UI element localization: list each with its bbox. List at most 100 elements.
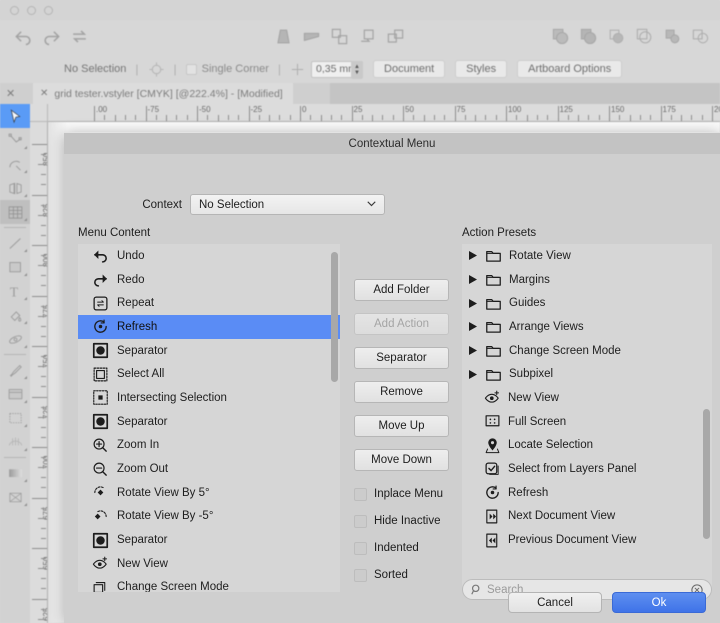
horizontal-ruler[interactable]: .00-75-50-250255075100125150175200225 bbox=[48, 104, 720, 122]
tool-mesh[interactable] bbox=[0, 430, 30, 454]
action-preset-folder[interactable]: Subpixel bbox=[462, 362, 712, 386]
action-preset-item[interactable]: Refresh bbox=[462, 481, 712, 505]
close-all-tabs-icon[interactable]: ✕ bbox=[6, 87, 15, 100]
sorted-checkbox[interactable]: Sorted bbox=[354, 564, 449, 586]
tool-node[interactable] bbox=[0, 128, 30, 152]
undo-icon[interactable] bbox=[14, 27, 33, 46]
action-preset-item[interactable]: Locate Selection bbox=[462, 434, 712, 458]
tool-gradient[interactable] bbox=[0, 461, 30, 485]
inplace-menu-checkbox[interactable]: Inplace Menu bbox=[354, 483, 449, 505]
action-preset-folder[interactable]: Arrange Views bbox=[462, 315, 712, 339]
menu-content-item[interactable]: Separator bbox=[78, 410, 340, 434]
disclosure-triangle-icon[interactable] bbox=[468, 369, 478, 379]
hide-inactive-checkbox[interactable]: Hide Inactive bbox=[354, 510, 449, 532]
styles-button[interactable]: Styles bbox=[455, 60, 508, 78]
remove-button[interactable]: Remove bbox=[354, 381, 449, 403]
action-preset-item[interactable]: Previous Document View bbox=[462, 528, 712, 552]
stepper-arrows[interactable]: ▲ ▼ bbox=[351, 60, 364, 79]
tool-transparency[interactable] bbox=[0, 327, 30, 351]
menu-content-item[interactable]: Change Screen Mode bbox=[78, 576, 340, 592]
action-preset-item[interactable]: Select from Layers Panel bbox=[462, 457, 712, 481]
boolean-union-icon[interactable] bbox=[551, 27, 570, 46]
stepper-down[interactable]: ▼ bbox=[354, 70, 360, 76]
close-window-button[interactable] bbox=[10, 6, 19, 15]
close-tab-icon[interactable]: ✕ bbox=[40, 88, 48, 99]
menu-content-item[interactable]: Undo bbox=[78, 244, 340, 268]
artboard-options-button[interactable]: Artboard Options bbox=[517, 60, 623, 78]
checkbox-box[interactable] bbox=[354, 541, 367, 555]
menu-content-item[interactable]: Redo bbox=[78, 268, 340, 292]
disclosure-triangle-icon[interactable] bbox=[468, 322, 478, 332]
flip-vertical-icon[interactable] bbox=[386, 27, 405, 46]
minimize-window-button[interactable] bbox=[27, 6, 36, 15]
action-preset-item[interactable]: Next Document View bbox=[462, 505, 712, 529]
menu-content-item[interactable]: Intersecting Selection bbox=[78, 386, 340, 410]
perspective-icon[interactable] bbox=[274, 27, 293, 46]
menu-content-list[interactable]: Undo Redo Repeat Refresh Separator Select All… bbox=[78, 244, 340, 592]
menu-content-item[interactable]: Zoom Out bbox=[78, 457, 340, 481]
document-tab[interactable]: ✕ grid tester.vstyler [CMYK] [@222.4%] -… bbox=[33, 83, 293, 104]
checkbox-box[interactable] bbox=[354, 514, 367, 528]
single-corner-checkbox[interactable] bbox=[185, 63, 197, 75]
menu-content-item[interactable]: New View bbox=[78, 552, 340, 576]
disclosure-triangle-icon[interactable] bbox=[468, 346, 478, 356]
ok-button[interactable]: Ok bbox=[612, 592, 706, 613]
repeat-icon[interactable] bbox=[70, 27, 89, 46]
skew-icon[interactable] bbox=[302, 27, 321, 46]
disclosure-triangle-icon[interactable] bbox=[468, 251, 478, 261]
document-button[interactable]: Document bbox=[373, 60, 446, 78]
flip-horizontal-icon[interactable] bbox=[330, 27, 349, 46]
menu-content-item[interactable]: Separator bbox=[78, 528, 340, 552]
action-preset-folder[interactable]: Margins bbox=[462, 268, 712, 292]
action-presets-scrollbar[interactable] bbox=[703, 409, 710, 539]
tool-text[interactable]: T bbox=[0, 279, 30, 303]
tool-rectangle[interactable] bbox=[0, 255, 30, 279]
action-preset-folder[interactable]: Rotate View bbox=[462, 244, 712, 268]
transform-target-icon[interactable] bbox=[148, 61, 165, 78]
menu-content-item[interactable]: Repeat bbox=[78, 291, 340, 315]
tool-perspective[interactable] bbox=[0, 485, 30, 509]
tool-line[interactable] bbox=[0, 231, 30, 255]
menu-content-scrollbar[interactable] bbox=[331, 252, 338, 382]
tool-mirror[interactable] bbox=[0, 176, 30, 200]
menu-content-item[interactable]: Separator bbox=[78, 339, 340, 363]
action-preset-item[interactable]: New View bbox=[462, 386, 712, 410]
tool-frame[interactable] bbox=[0, 406, 30, 430]
boolean-subtract-icon[interactable] bbox=[579, 27, 598, 46]
menu-content-item[interactable]: Rotate View By 5° bbox=[78, 481, 340, 505]
separator-button[interactable]: Separator bbox=[354, 347, 449, 369]
move-down-button[interactable]: Move Down bbox=[354, 449, 449, 471]
tool-brush[interactable] bbox=[0, 358, 30, 382]
rotate-object-icon[interactable] bbox=[358, 27, 377, 46]
ruler-origin-corner[interactable] bbox=[30, 104, 48, 122]
context-dropdown[interactable]: No Selection bbox=[190, 194, 385, 215]
maximize-window-button[interactable] bbox=[44, 6, 53, 15]
boolean-combine-icon[interactable] bbox=[663, 27, 682, 46]
boolean-intersect-icon[interactable] bbox=[607, 27, 626, 46]
tool-move[interactable] bbox=[0, 104, 30, 128]
add-folder-button[interactable]: Add Folder bbox=[354, 279, 449, 301]
disclosure-triangle-icon[interactable] bbox=[468, 275, 478, 285]
menu-content-item[interactable]: Select All bbox=[78, 362, 340, 386]
tool-point-transform[interactable] bbox=[0, 152, 30, 176]
stroke-width-stepper[interactable]: 0,35 mm ▲ ▼ bbox=[311, 60, 364, 79]
menu-content-item[interactable]: Refresh bbox=[78, 315, 340, 339]
window-controls[interactable] bbox=[10, 6, 53, 15]
vertical-ruler[interactable]: 850 825 800 775 750 725 700 675 650 625 bbox=[30, 122, 48, 623]
tool-grid[interactable] bbox=[0, 200, 30, 224]
indented-checkbox[interactable]: Indented bbox=[354, 537, 449, 559]
redo-icon[interactable] bbox=[42, 27, 61, 46]
disclosure-triangle-icon[interactable] bbox=[468, 298, 478, 308]
cancel-button[interactable]: Cancel bbox=[508, 592, 602, 613]
tool-shape-builder[interactable] bbox=[0, 382, 30, 406]
boolean-exclude-icon[interactable] bbox=[691, 27, 710, 46]
action-preset-folder[interactable]: Guides bbox=[462, 291, 712, 315]
checkbox-box[interactable] bbox=[354, 568, 367, 582]
action-preset-folder[interactable]: Change Screen Mode bbox=[462, 339, 712, 363]
action-preset-item[interactable]: Full Screen bbox=[462, 410, 712, 434]
move-up-button[interactable]: Move Up bbox=[354, 415, 449, 437]
tool-fill[interactable] bbox=[0, 303, 30, 327]
menu-content-item[interactable]: Zoom In bbox=[78, 434, 340, 458]
action-presets-list[interactable]: Rotate View Margins Guides Arrange Views Cha… bbox=[462, 244, 712, 592]
menu-content-item[interactable]: Rotate View By -5° bbox=[78, 505, 340, 529]
